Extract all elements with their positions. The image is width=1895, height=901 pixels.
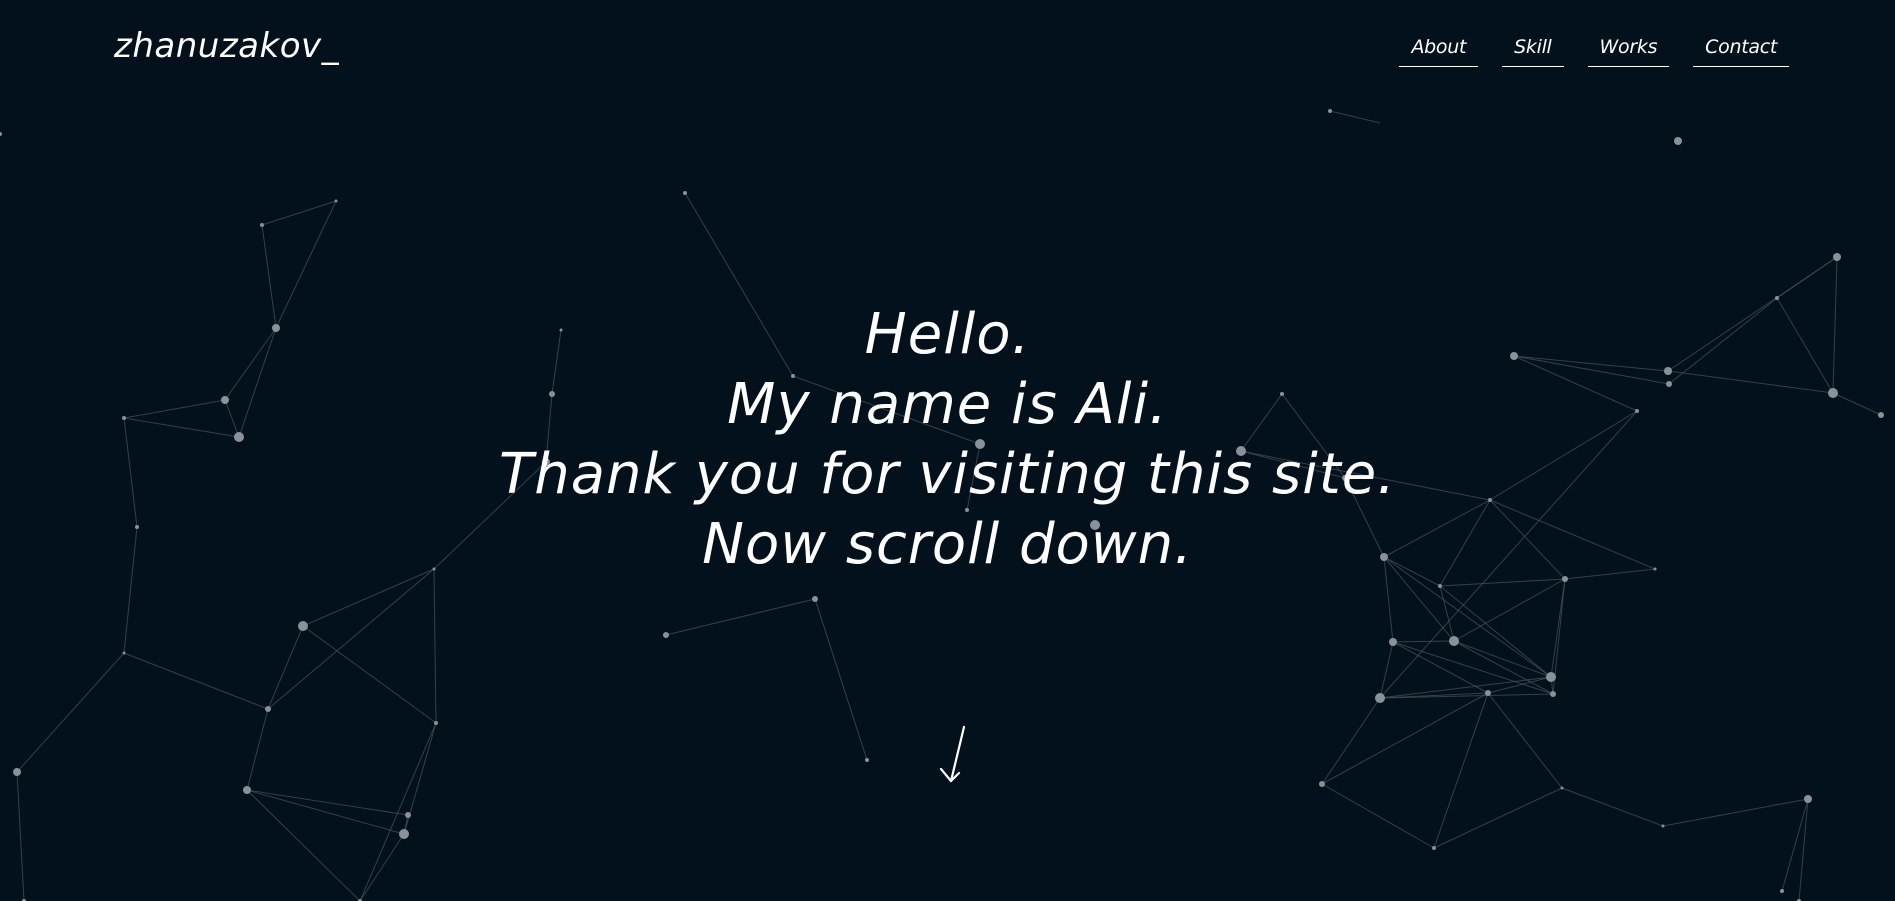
- particle-dot: [298, 621, 308, 631]
- particle-link: [1321, 783, 1435, 849]
- particle-link: [1321, 697, 1381, 785]
- particle-dot: [260, 223, 264, 227]
- particle-dot: [1389, 638, 1397, 646]
- particle-dot: [122, 651, 126, 655]
- particle-dot: [399, 829, 409, 839]
- particle-link: [123, 652, 269, 710]
- particle-link: [261, 200, 337, 226]
- particle-dot: [265, 706, 271, 712]
- particle-dot: [1546, 672, 1556, 682]
- particle-dot: [683, 191, 687, 195]
- particle-dot: [434, 721, 438, 725]
- particle-dot: [865, 758, 869, 762]
- particle-dot: [1674, 137, 1682, 145]
- particle-dot: [812, 596, 818, 602]
- particle-link: [267, 625, 304, 710]
- particle-link: [1453, 640, 1552, 678]
- particle-link: [246, 789, 405, 835]
- particle-link: [246, 789, 361, 901]
- hero-line-scroll: Now scroll down.: [702, 512, 1193, 577]
- particle-dot: [1780, 889, 1784, 893]
- particle-dot: [405, 812, 411, 818]
- particle-link: [1776, 256, 1838, 299]
- particle-link: [246, 789, 409, 816]
- particle-dot: [1661, 824, 1665, 828]
- particle-link: [1662, 798, 1809, 827]
- particle-link: [267, 568, 435, 710]
- particle-dot: [243, 786, 251, 794]
- particle-dot: [1328, 109, 1332, 113]
- particle-link: [433, 568, 437, 724]
- particle-link: [1487, 692, 1563, 789]
- particle-link: [16, 652, 125, 773]
- particle-dot: [1485, 690, 1491, 696]
- particle-dot: [663, 632, 669, 638]
- particle-link: [1439, 578, 1566, 587]
- hero-line-name: My name is Ali.: [727, 372, 1168, 437]
- particle-dot: [1833, 253, 1841, 261]
- arrow-down-icon[interactable]: [937, 725, 971, 785]
- particle-link: [1550, 578, 1566, 678]
- particle-link: [1392, 640, 1455, 643]
- nav-skill-link[interactable]: Skill: [1502, 34, 1564, 67]
- particle-dot: [1319, 781, 1325, 787]
- particle-dot: [1804, 795, 1812, 803]
- particle-link: [359, 722, 437, 901]
- particle-link: [16, 771, 25, 901]
- particle-dot: [1550, 691, 1556, 697]
- particle-dot: [1432, 846, 1436, 850]
- hero-line-thanks: Thank you for visiting this site.: [499, 442, 1396, 507]
- particle-link: [665, 598, 816, 636]
- particle-link: [814, 598, 868, 761]
- particle-link: [1321, 692, 1489, 785]
- particle-link: [1433, 692, 1489, 849]
- nav-contact-link[interactable]: Contact: [1693, 34, 1789, 67]
- particle-dot: [1560, 786, 1564, 790]
- particle-dot: [1375, 693, 1385, 703]
- particle-dot: [13, 768, 21, 776]
- particle-link: [1379, 641, 1394, 699]
- page: zhanuzakov_ About Skill Works Contact He…: [0, 0, 1895, 901]
- particle-dot: [1438, 584, 1442, 588]
- particle-dot: [334, 199, 338, 203]
- particle-dot: [0, 132, 2, 136]
- particle-link: [1329, 110, 1381, 124]
- nav-about-link[interactable]: About: [1399, 34, 1479, 67]
- main-nav: About Skill Works Contact: [1399, 34, 1789, 67]
- hero-greeting: Hello. My name is Ali. Thank you for vis…: [0, 300, 1895, 580]
- particle-link: [246, 708, 269, 791]
- particle-link: [1453, 578, 1566, 642]
- nav-works-link[interactable]: Works: [1587, 34, 1670, 67]
- particle-link: [302, 625, 437, 724]
- hero-line-hello: Hello.: [864, 302, 1031, 367]
- particle-dot: [1449, 636, 1459, 646]
- particle-link: [1561, 787, 1664, 827]
- site-logo[interactable]: zhanuzakov_: [114, 26, 339, 66]
- particle-link: [1433, 787, 1563, 849]
- particle-link: [359, 833, 405, 901]
